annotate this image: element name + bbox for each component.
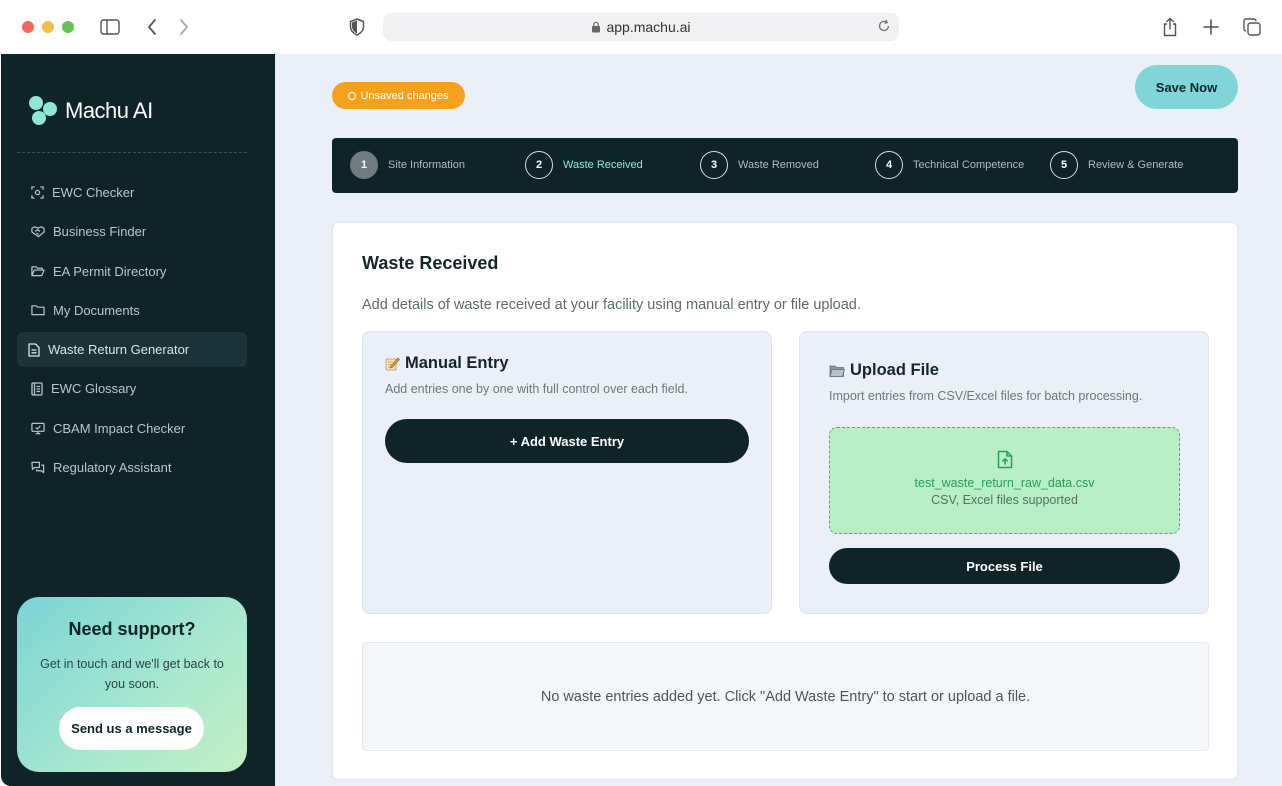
logo-text: Machu AI [65, 98, 153, 123]
sidebar-item-cbam-impact-checker[interactable]: CBAM Impact Checker [17, 411, 247, 446]
sidebar-item-regulatory-assistant[interactable]: Regulatory Assistant [17, 450, 247, 485]
sidebar-item-label: EWC Checker [52, 185, 135, 200]
file-dropzone[interactable]: test_waste_return_raw_data.csv CSV, Exce… [829, 427, 1180, 534]
sidebar-toggle-icon[interactable] [97, 14, 123, 40]
add-waste-entry-button[interactable]: + Add Waste Entry [385, 419, 749, 463]
manual-entry-title-text: Manual Entry [405, 354, 509, 372]
step-label: Waste Removed [738, 159, 819, 171]
sidebar-item-label: CBAM Impact Checker [53, 420, 186, 436]
send-message-button[interactable]: Send us a message [59, 707, 204, 750]
minimize-window-button[interactable] [42, 21, 54, 33]
step-label: Review & Generate [1088, 159, 1184, 171]
unsaved-changes-badge: Unsaved changes [332, 82, 465, 109]
scan-icon [31, 186, 44, 199]
document-icon [28, 343, 40, 357]
circle-icon [348, 91, 357, 100]
step-number: 4 [875, 151, 903, 179]
maximize-window-button[interactable] [62, 21, 74, 33]
manual-entry-title: Manual Entry [385, 354, 509, 373]
book-icon [31, 382, 43, 396]
new-tab-icon[interactable] [1198, 14, 1224, 40]
empty-entries-message: No waste entries added yet. Click "Add W… [362, 642, 1209, 751]
step-waste-received[interactable]: 2 Waste Received [525, 151, 643, 179]
address-bar[interactable]: app.machu.ai [383, 13, 899, 41]
folder-icon [829, 365, 845, 377]
section-intro: Add details of waste received at your fa… [362, 297, 861, 313]
sidebar-item-ewc-glossary[interactable]: EWC Glossary [17, 371, 247, 406]
progress-stepper: 1 Site Information 2 Waste Received 3 Wa… [332, 138, 1238, 193]
monitor-check-icon [31, 422, 45, 435]
reload-icon[interactable] [877, 19, 891, 36]
privacy-shield-icon[interactable] [344, 14, 370, 40]
handshake-icon [31, 226, 45, 238]
close-window-button[interactable] [22, 21, 34, 33]
forward-icon[interactable] [171, 14, 197, 40]
sidebar-item-label: Waste Return Generator [48, 342, 190, 358]
step-number: 1 [350, 151, 378, 179]
sidebar-item-label: EWC Glossary [51, 381, 137, 397]
uploaded-file-name: test_waste_return_raw_data.csv [914, 476, 1095, 490]
support-title: Need support? [68, 619, 196, 639]
folder-open-icon [31, 266, 45, 277]
main-content: Unsaved changes Save Now 1 Site Informat… [275, 54, 1282, 786]
sidebar-item-waste-return-generator[interactable]: Waste Return Generator [17, 332, 247, 368]
tab-overview-icon[interactable] [1239, 14, 1265, 40]
step-site-information[interactable]: 1 Site Information [350, 151, 465, 179]
chat-icon [31, 461, 45, 474]
upload-file-subtitle: Import entries from CSV/Excel files for … [829, 389, 1143, 403]
support-card: Need support? Get in touch and we'll get… [17, 597, 247, 772]
step-number: 2 [525, 151, 553, 179]
manual-entry-subtitle: Add entries one by one with full control… [385, 382, 688, 396]
sidebar-item-ewc-checker[interactable]: EWC Checker [17, 175, 247, 210]
step-number: 3 [700, 151, 728, 179]
sidebar-item-label: Regulatory Assistant [53, 460, 172, 476]
logo[interactable]: Machu AI [29, 96, 153, 126]
sidebar-item-label: Business Finder [53, 224, 147, 240]
sidebar-item-ea-permit-directory[interactable]: EA Permit Directory [17, 254, 247, 289]
sidebar-item-label: My Documents [53, 302, 140, 318]
sidebar: Machu AI EWC Checker Business Finder EA … [1, 54, 275, 786]
folder-icon [31, 305, 45, 316]
manual-entry-panel: Manual Entry Add entries one by one with… [362, 331, 772, 614]
save-now-button[interactable]: Save Now [1135, 65, 1238, 109]
share-icon[interactable] [1157, 14, 1183, 40]
waste-received-card: Waste Received Add details of waste rece… [332, 222, 1238, 780]
browser-toolbar: app.machu.ai [0, 0, 1282, 54]
upload-file-panel: Upload File Import entries from CSV/Exce… [799, 331, 1209, 614]
step-review-generate[interactable]: 5 Review & Generate [1050, 151, 1183, 179]
process-file-button[interactable]: Process File [829, 548, 1180, 584]
upload-file-title-text: Upload File [850, 361, 939, 379]
unsaved-label: Unsaved changes [360, 89, 449, 102]
step-label: Technical Competence [913, 159, 1025, 171]
machu-logo-icon [29, 96, 59, 126]
upload-file-title: Upload File [829, 361, 939, 380]
sidebar-item-my-documents[interactable]: My Documents [17, 293, 247, 328]
step-label: Waste Received [563, 159, 643, 171]
supported-formats-hint: CSV, Excel files supported [931, 493, 1078, 507]
sidebar-item-business-finder[interactable]: Business Finder [17, 214, 247, 249]
step-number: 5 [1050, 151, 1078, 179]
lock-icon [591, 21, 601, 33]
memo-icon [385, 357, 400, 371]
file-upload-icon [997, 450, 1013, 474]
step-waste-removed[interactable]: 3 Waste Removed [700, 151, 819, 179]
sidebar-nav: EWC Checker Business Finder EA Permit Di… [17, 175, 247, 489]
sidebar-item-label: EA Permit Directory [53, 263, 167, 279]
back-icon[interactable] [139, 14, 165, 40]
support-text: Get in touch and we'll get back to you s… [40, 657, 224, 691]
step-technical-competence[interactable]: 4 Technical Competence [875, 151, 1024, 179]
section-title: Waste Received [362, 253, 499, 273]
url-text: app.machu.ai [606, 19, 691, 35]
step-label: Site Information [388, 159, 466, 171]
sidebar-divider [17, 152, 247, 153]
